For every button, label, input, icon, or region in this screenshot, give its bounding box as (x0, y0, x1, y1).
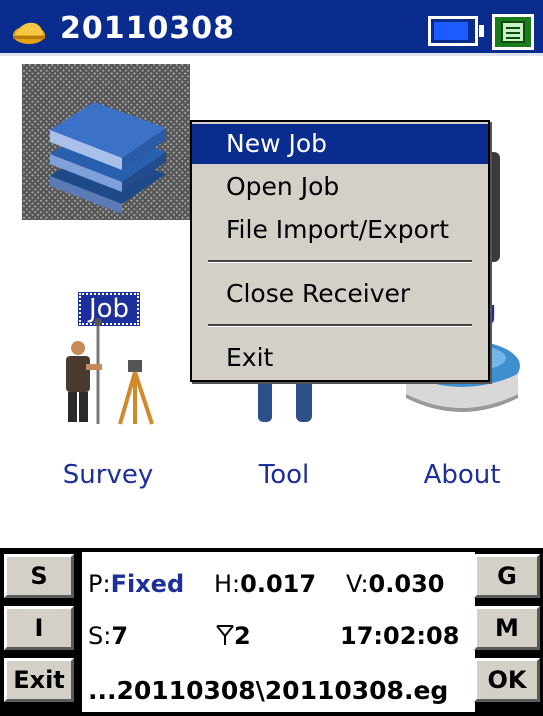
sats-value: 7 (111, 622, 129, 650)
tile-label-about[interactable]: About (404, 460, 520, 490)
main-panel: Job g Survey Tool About New Job Open Job (0, 56, 543, 548)
tile-label-tool[interactable]: Tool (228, 460, 340, 490)
job-tile-icon[interactable] (22, 64, 190, 220)
s-button[interactable]: S (4, 554, 74, 598)
battery-tip (479, 25, 484, 37)
status-panel: S I Exit P:Fixed H:0.017 V:0.030 S:7 2 1… (0, 548, 543, 716)
g-button[interactable]: G (474, 554, 540, 598)
title-bar: 20110308 (0, 0, 543, 56)
v-value: 0.030 (368, 570, 445, 598)
battery-icon[interactable] (428, 16, 478, 46)
position-value: Fixed (110, 570, 185, 598)
tile-label-survey[interactable]: Survey (50, 460, 166, 490)
h-value: 0.017 (240, 570, 317, 598)
menu-separator (208, 324, 472, 327)
i-button[interactable]: I (4, 606, 74, 650)
menu-item-file-import-export[interactable]: File Import/Export (192, 210, 488, 250)
ok-button[interactable]: OK (474, 658, 540, 702)
menu-separator (208, 260, 472, 263)
surveyor-icon[interactable] (56, 314, 166, 426)
status-info-panel: P:Fixed H:0.017 V:0.030 S:7 2 17:02:08 .… (82, 552, 475, 712)
menu-item-open-job[interactable]: Open Job (192, 167, 488, 207)
exit-button[interactable]: Exit (4, 658, 74, 702)
menu-item-exit[interactable]: Exit (192, 338, 488, 378)
h-label: H: (214, 570, 241, 598)
position-label: P: (88, 570, 111, 598)
menu-item-close-receiver[interactable]: Close Receiver (192, 274, 488, 314)
job-context-menu: New Job Open Job File Import/Export Clos… (190, 120, 490, 382)
helmet-icon[interactable] (12, 19, 46, 45)
file-path: ...20110308\20110308.eg (88, 676, 449, 705)
antenna-value: 2 (234, 622, 251, 650)
sats-label: S: (88, 622, 112, 650)
books-icon (50, 102, 166, 214)
v-label: V: (346, 570, 369, 598)
m-button[interactable]: M (474, 606, 540, 650)
antenna-icon (216, 625, 234, 645)
window-title: 20110308 (60, 11, 235, 46)
memo-icon[interactable] (492, 14, 534, 50)
menu-item-new-job[interactable]: New Job (192, 124, 488, 164)
clock-time: 17:02:08 (340, 622, 460, 650)
